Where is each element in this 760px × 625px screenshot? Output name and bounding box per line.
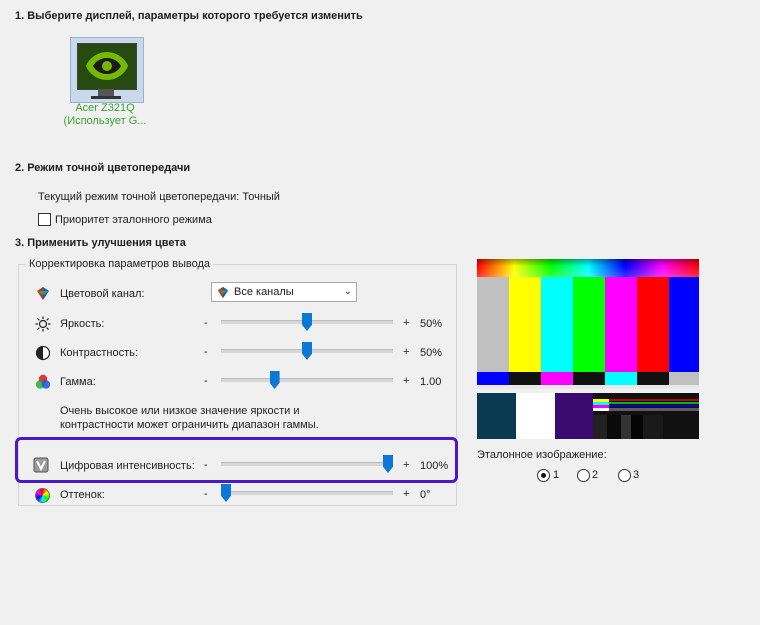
gamma-label: Гамма: (60, 376, 96, 388)
contrast-icon (35, 345, 51, 361)
rgb-channel-icon (35, 286, 51, 302)
channel-select[interactable]: Все каналы ⌄ (211, 282, 357, 302)
reference-test-pattern (477, 259, 699, 439)
reference-radio-1[interactable] (537, 469, 550, 482)
hue-label: Оттенок: (60, 489, 105, 501)
brightness-minus[interactable]: - (204, 317, 208, 329)
priority-checkbox[interactable] (38, 213, 51, 226)
digital-intensity-label: Цифровая интенсивность: (60, 460, 195, 472)
contrast-minus[interactable]: - (204, 346, 208, 358)
gamma-slider-track[interactable] (221, 378, 393, 382)
reference-radio-1-label: 1 (553, 469, 560, 481)
section-2-title: 2. Режим точной цветопередачи (15, 162, 191, 174)
rgb-channel-icon (217, 286, 229, 299)
brightness-value: 50% (420, 318, 443, 330)
brightness-plus[interactable]: + (403, 317, 409, 329)
brightness-label: Яркость: (60, 318, 105, 330)
channel-label: Цветовой канал: (60, 288, 145, 300)
chevron-down-icon: ⌄ (343, 286, 352, 297)
hue-plus[interactable]: + (403, 488, 409, 500)
gamma-value: 1.00 (420, 376, 442, 388)
priority-label: Приоритет эталонного режима (55, 214, 212, 226)
gamma-plus[interactable]: + (403, 375, 409, 387)
digital-intensity-plus[interactable]: + (403, 459, 409, 471)
hue-value: 0° (420, 489, 431, 501)
reference-radio-2[interactable] (577, 469, 590, 482)
reference-radio-3-label: 3 (633, 469, 640, 481)
channel-value: Все каналы (234, 286, 294, 298)
rgb-circles-icon (35, 374, 51, 390)
display-name: Acer Z321Q (75, 102, 135, 114)
sun-icon (35, 316, 51, 332)
color-wheel-icon (35, 488, 51, 504)
gamma-note-line1: Очень высокое или низкое значение яркост… (60, 405, 300, 417)
digital-intensity-minus[interactable]: - (204, 459, 208, 471)
vibrance-icon (33, 457, 49, 473)
digital-intensity-value: 100% (420, 460, 449, 472)
display-selector-acer[interactable] (70, 37, 144, 103)
contrast-plus[interactable]: + (403, 346, 409, 358)
contrast-label: Контрастность: (60, 347, 138, 359)
nvidia-logo-icon (77, 43, 137, 90)
hue-slider-track[interactable] (221, 491, 393, 495)
section-3-title: 3. Применить улучшения цвета (15, 237, 186, 249)
contrast-value: 50% (420, 347, 443, 359)
digital-intensity-slider-track[interactable] (221, 462, 393, 466)
gamma-minus[interactable]: - (204, 375, 208, 387)
display-gpu: (Использует G... (63, 115, 147, 127)
group-title: Корректировка параметров вывода (26, 258, 213, 270)
section-1-title: 1. Выберите дисплей, параметры которого … (15, 10, 363, 22)
reference-image-label: Эталонное изображение: (477, 449, 607, 461)
reference-radio-2-label: 2 (592, 469, 599, 481)
current-mode-text: Текущий режим точной цветопередачи: Точн… (38, 191, 280, 203)
gamma-note-line2: контрастности может ограничить диапазон … (60, 419, 319, 431)
reference-radio-3[interactable] (618, 469, 631, 482)
hue-minus[interactable]: - (204, 488, 208, 500)
